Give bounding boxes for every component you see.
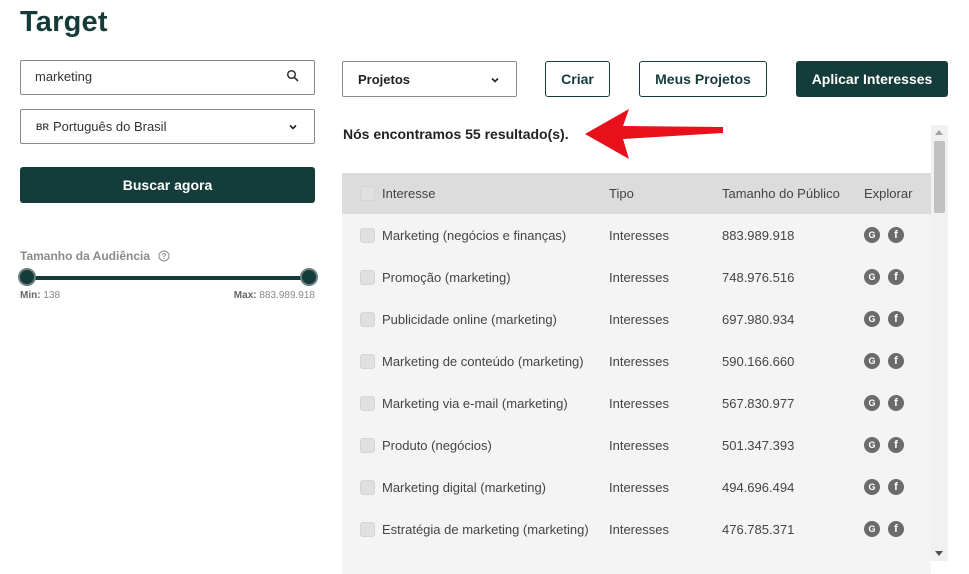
row-checkbox[interactable] [360, 311, 375, 327]
help-icon[interactable]: ? [158, 250, 170, 262]
row-checkbox[interactable] [360, 479, 375, 495]
table-row: Marketing via e-mail (marketing) Interes… [342, 382, 931, 424]
table-row: Promoção (marketing) Interesses 748.976.… [342, 256, 931, 298]
row-type: Interesses [609, 437, 669, 453]
scroll-thumb[interactable] [934, 141, 945, 213]
row-size: 697.980.934 [722, 311, 795, 327]
audience-size-label: Tamanho da Audiência ? [20, 249, 170, 263]
interests-table: Interesse Tipo Tamanho do Público Explor… [342, 173, 931, 574]
table-row: Marketing (negócios e finanças) Interess… [342, 214, 931, 256]
flag-icon: BR [36, 121, 49, 132]
table-row: Estratégia de marketing (marketing) Inte… [342, 508, 931, 550]
row-interest: Marketing via e-mail (marketing) [382, 395, 568, 411]
row-interest: Produto (negócios) [382, 437, 492, 453]
google-icon[interactable]: G [864, 521, 880, 537]
header-type: Tipo [609, 186, 634, 201]
facebook-icon[interactable]: f [888, 227, 904, 243]
table-row: Produto (negócios) Interesses 501.347.39… [342, 424, 931, 466]
search-field[interactable] [20, 60, 315, 95]
row-type: Interesses [609, 521, 669, 537]
row-size: 590.166.660 [722, 353, 795, 369]
row-checkbox[interactable] [360, 521, 375, 537]
language-label: Português do Brasil [53, 119, 167, 134]
row-type: Interesses [609, 227, 669, 243]
audience-min: Min: 138 [20, 290, 61, 301]
audience-slider-track[interactable] [26, 276, 309, 280]
facebook-icon[interactable]: f [888, 269, 904, 285]
row-type: Interesses [609, 353, 669, 369]
select-all-checkbox[interactable] [360, 186, 375, 201]
scroll-up-icon[interactable] [935, 130, 943, 135]
google-icon[interactable]: G [864, 479, 880, 495]
svg-text:?: ? [162, 252, 167, 261]
header-explore: Explorar [864, 186, 913, 201]
facebook-icon[interactable]: f [888, 311, 904, 327]
row-checkbox[interactable] [360, 269, 375, 285]
row-size: 883.989.918 [722, 227, 795, 243]
search-icon[interactable] [286, 69, 300, 83]
table-scrollbar[interactable] [931, 125, 948, 561]
row-size: 501.347.393 [722, 437, 795, 453]
row-size: 567.830.977 [722, 395, 795, 411]
audience-max: Max: 883.989.918 [233, 290, 315, 301]
facebook-icon[interactable]: f [888, 437, 904, 453]
google-icon[interactable]: G [864, 311, 880, 327]
row-interest: Estratégia de marketing (marketing) [382, 521, 589, 537]
row-checkbox[interactable] [360, 227, 375, 243]
table-row: Publicidade online (marketing) Interesse… [342, 298, 931, 340]
chevron-down-icon [491, 77, 499, 83]
app-title: Target [20, 6, 108, 38]
facebook-icon[interactable]: f [888, 479, 904, 495]
facebook-icon[interactable]: f [888, 521, 904, 537]
table-row: Marketing de conteúdo (marketing) Intere… [342, 340, 931, 382]
row-type: Interesses [609, 311, 669, 327]
row-size: 494.696.494 [722, 479, 795, 495]
google-icon[interactable]: G [864, 437, 880, 453]
facebook-icon[interactable]: f [888, 353, 904, 369]
google-icon[interactable]: G [864, 227, 880, 243]
results-count: Nós encontramos 55 resultado(s). [343, 126, 569, 142]
row-checkbox[interactable] [360, 395, 375, 411]
row-type: Interesses [609, 395, 669, 411]
row-checkbox[interactable] [360, 353, 375, 369]
table-header: Interesse Tipo Tamanho do Público Explor… [342, 173, 931, 214]
row-checkbox[interactable] [360, 437, 375, 453]
language-select[interactable]: BR Português do Brasil [20, 109, 315, 144]
row-interest: Marketing (negócios e finanças) [382, 227, 567, 243]
google-icon[interactable]: G [864, 269, 880, 285]
search-input[interactable] [35, 69, 275, 84]
row-interest: Marketing digital (marketing) [382, 479, 547, 495]
row-type: Interesses [609, 479, 669, 495]
row-interest: Marketing de conteúdo (marketing) [382, 353, 584, 369]
audience-slider-min-handle[interactable] [18, 268, 36, 286]
header-size: Tamanho do Público [722, 186, 840, 201]
projects-select[interactable]: Projetos [342, 61, 517, 97]
row-interest: Promoção (marketing) [382, 269, 511, 285]
row-size: 748.976.516 [722, 269, 795, 285]
google-icon[interactable]: G [864, 395, 880, 411]
google-icon[interactable]: G [864, 353, 880, 369]
search-now-button[interactable]: Buscar agora [20, 167, 315, 203]
create-button[interactable]: Criar [545, 61, 610, 97]
audience-slider-max-handle[interactable] [300, 268, 318, 286]
my-projects-button[interactable]: Meus Projetos [639, 61, 767, 97]
table-row: Marketing digital (marketing) Interesses… [342, 466, 931, 508]
annotation-arrow-icon [585, 109, 723, 159]
chevron-down-icon [289, 124, 297, 130]
row-interest: Publicidade online (marketing) [382, 311, 557, 327]
apply-interests-button[interactable]: Aplicar Interesses [796, 61, 948, 97]
header-interest: Interesse [382, 186, 436, 201]
projects-select-label: Projetos [358, 71, 411, 87]
scroll-down-icon[interactable] [935, 551, 943, 556]
row-size: 476.785.371 [722, 521, 795, 537]
row-type: Interesses [609, 269, 669, 285]
facebook-icon[interactable]: f [888, 395, 904, 411]
